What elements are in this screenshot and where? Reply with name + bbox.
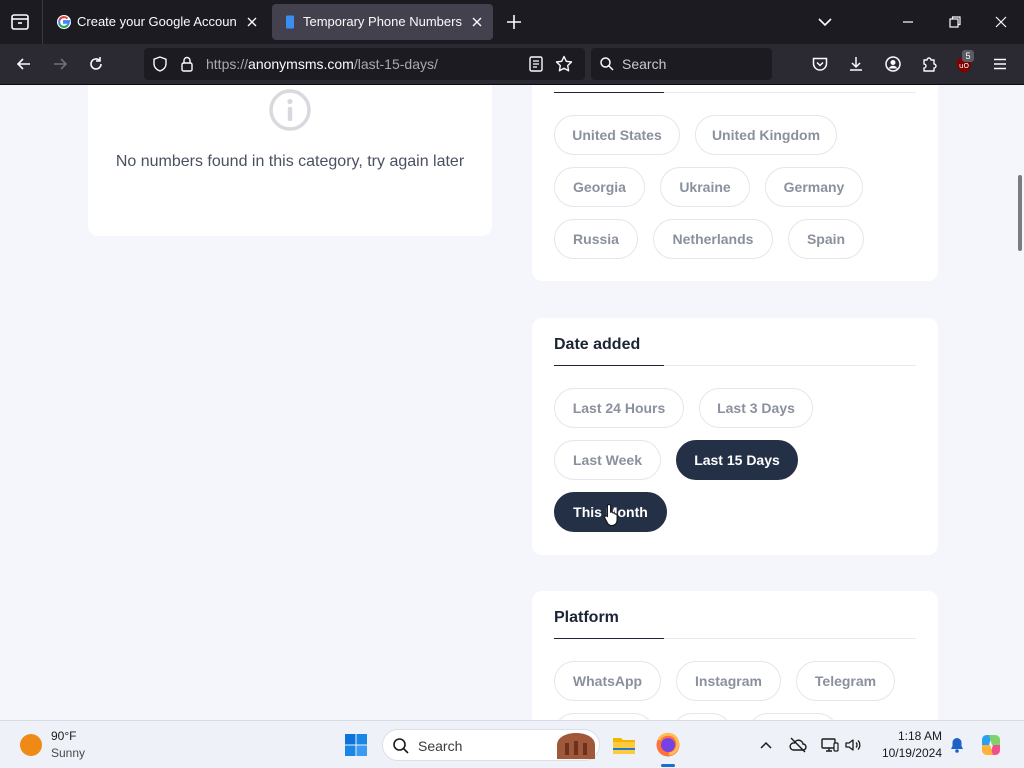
date-section-title: Date added <box>554 336 641 353</box>
date-chip-last-15-days[interactable]: Last 15 Days <box>676 440 798 480</box>
empty-results-card: No numbers found in this category, try a… <box>88 85 492 236</box>
section-divider-accent <box>554 638 664 639</box>
extension-badge: 5 <box>962 50 974 62</box>
country-filter-card: United States United Kingdom Georgia Ukr… <box>532 85 938 281</box>
minimize-icon[interactable] <box>898 12 918 32</box>
taskbar-search-placeholder: Search <box>418 738 463 754</box>
active-app-indicator <box>661 764 675 767</box>
svg-text:uO: uO <box>959 62 969 70</box>
close-window-icon[interactable] <box>991 12 1011 32</box>
shield-icon[interactable] <box>150 54 170 74</box>
taskbar-search-box[interactable]: Search <box>382 729 600 761</box>
bookmark-star-icon[interactable] <box>554 54 574 74</box>
reader-view-icon[interactable] <box>527 55 545 73</box>
ublock-extension-button[interactable]: uO 5 <box>954 50 976 75</box>
platform-section-title: Platform <box>554 609 619 626</box>
notification-bell-icon[interactable] <box>947 735 967 755</box>
tab-bar: Create your Google Account Temporary Pho… <box>0 0 1024 44</box>
search-icon <box>393 738 409 754</box>
section-divider-accent <box>554 365 664 366</box>
account-icon[interactable] <box>883 54 903 74</box>
close-tab-icon[interactable] <box>469 14 485 30</box>
date-filter-card: Date added Last 24 Hours Last 3 Days Las… <box>532 318 938 555</box>
chevron-up-icon[interactable] <box>756 735 776 755</box>
tab-title: Create your Google Account <box>77 14 237 29</box>
platform-chip[interactable] <box>672 713 732 720</box>
section-divider <box>554 365 916 366</box>
clock-date[interactable]: 10/19/2024 <box>872 746 942 760</box>
new-tab-icon[interactable] <box>503 11 525 33</box>
platform-chip-whatsapp[interactable]: WhatsApp <box>554 661 661 701</box>
google-icon <box>57 15 71 29</box>
windows-start-icon[interactable] <box>344 733 368 757</box>
list-all-tabs-icon[interactable] <box>815 12 835 32</box>
country-chip[interactable]: Netherlands <box>653 219 773 259</box>
page-viewport[interactable]: No numbers found in this category, try a… <box>0 85 1024 720</box>
search-placeholder: Search <box>622 56 667 72</box>
date-chip-last-3-days[interactable]: Last 3 Days <box>699 388 813 428</box>
pocket-icon[interactable] <box>810 54 830 74</box>
tab-google-account[interactable]: Create your Google Account <box>46 4 268 40</box>
navigation-toolbar: https://anonymsms.com/last-15-days/ Sear… <box>0 44 1024 85</box>
search-bar[interactable]: Search <box>591 48 772 80</box>
forward-icon[interactable] <box>50 54 70 74</box>
url-scheme: https:// <box>206 56 249 72</box>
platform-chip[interactable] <box>554 713 654 720</box>
file-explorer-icon[interactable] <box>610 731 638 759</box>
tab-title: Temporary Phone Numbers In 1 <box>303 14 463 29</box>
url-host: anonymsms.com <box>248 56 354 72</box>
weather-temperature[interactable]: 90°F <box>51 729 76 743</box>
tab-separator <box>42 0 43 44</box>
empty-message: No numbers found in this category, try a… <box>115 153 465 170</box>
section-divider <box>554 638 916 639</box>
volume-icon[interactable] <box>843 735 863 755</box>
copilot-icon[interactable] <box>978 732 1004 758</box>
search-highlight-image <box>557 733 595 759</box>
country-chip[interactable]: Germany <box>765 167 863 207</box>
search-icon <box>600 57 614 71</box>
downloads-icon[interactable] <box>846 54 866 74</box>
country-chip[interactable]: Spain <box>788 219 864 259</box>
platform-chip-telegram[interactable]: Telegram <box>796 661 895 701</box>
tab-list-icon[interactable] <box>8 10 32 34</box>
platform-filter-card: Platform WhatsApp Instagram Telegram <box>532 591 938 720</box>
menu-icon[interactable] <box>990 54 1010 74</box>
mouse-cursor-icon <box>604 503 618 527</box>
page-scrollbar-thumb[interactable] <box>1018 175 1022 251</box>
address-bar[interactable]: https://anonymsms.com/last-15-days/ <box>144 48 585 80</box>
sun-icon[interactable] <box>20 734 42 756</box>
lock-icon[interactable] <box>177 54 197 74</box>
platform-chip-instagram[interactable]: Instagram <box>676 661 781 701</box>
reload-icon[interactable] <box>86 54 106 74</box>
windows-taskbar: 90°F Sunny Search 1:18 AM 10/19/2024 <box>0 720 1024 768</box>
country-chip[interactable]: Georgia <box>554 167 645 207</box>
tab-temporary-numbers[interactable]: Temporary Phone Numbers In 1 <box>272 4 493 40</box>
date-chip-last-24-hours[interactable]: Last 24 Hours <box>554 388 684 428</box>
back-icon[interactable] <box>14 54 34 74</box>
restore-icon[interactable] <box>945 12 965 32</box>
url-text: https://anonymsms.com/last-15-days/ <box>206 56 438 72</box>
country-chip[interactable]: Russia <box>554 219 638 259</box>
network-icon[interactable] <box>820 735 840 755</box>
info-icon <box>269 89 311 131</box>
close-tab-icon[interactable] <box>244 14 260 30</box>
date-chip-last-week[interactable]: Last Week <box>554 440 661 480</box>
platform-chip[interactable] <box>748 713 838 720</box>
country-chip[interactable]: United States <box>554 115 680 155</box>
clock-time[interactable]: 1:18 AM <box>880 729 942 743</box>
firefox-icon[interactable] <box>654 731 682 759</box>
country-chip[interactable]: United Kingdom <box>695 115 837 155</box>
section-divider <box>554 92 916 93</box>
onedrive-offline-icon[interactable] <box>788 735 808 755</box>
section-divider-accent <box>554 92 664 93</box>
country-chip[interactable]: Ukraine <box>660 167 750 207</box>
url-path: /last-15-days/ <box>353 56 438 72</box>
extensions-icon[interactable] <box>919 54 939 74</box>
weather-description[interactable]: Sunny <box>51 746 85 760</box>
page-icon <box>286 15 294 29</box>
